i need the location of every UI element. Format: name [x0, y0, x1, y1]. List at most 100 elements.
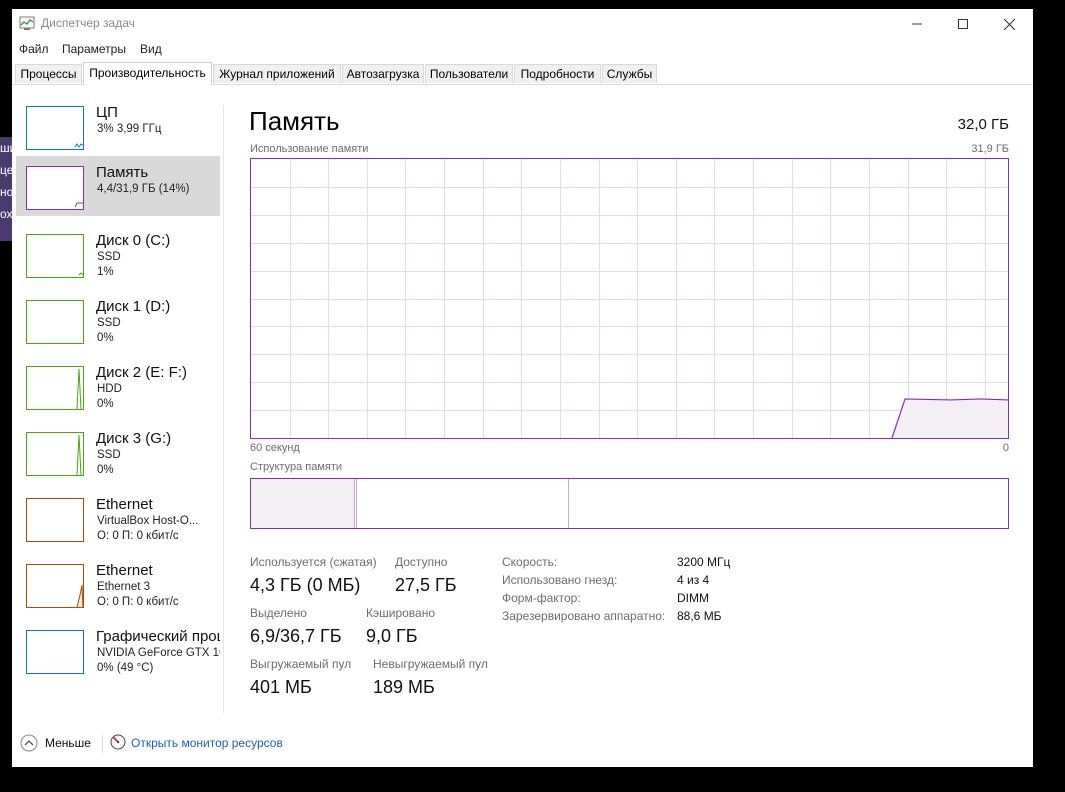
minimize-icon	[912, 23, 922, 25]
sidebar-item-gpu[interactable]: Графический процессор NVIDIA GeForce GTX…	[16, 616, 220, 676]
memory-usage-graph	[250, 158, 1009, 439]
memory-total: 32,0 ГБ	[957, 116, 1009, 133]
sidebar-item-title: Диск 0 (C:)	[96, 232, 171, 249]
background-text: но	[0, 185, 12, 199]
disk-0-mini-graph	[26, 234, 84, 278]
sidebar-item-cpu[interactable]: ЦП 3% 3,99 ГГц	[16, 92, 220, 152]
in-use-label: Используется (сжатая)	[250, 555, 377, 569]
ethernet-mini-graph	[26, 564, 84, 608]
sidebar-item-disk-2[interactable]: Диск 2 (E: F:) HDD 0%	[16, 352, 220, 412]
sidebar-item-value: 1%	[97, 266, 114, 278]
tab-startup[interactable]: Автозагрузка	[342, 64, 424, 83]
sidebar-item-title: Диск 1 (D:)	[96, 298, 171, 315]
disk-3-mini-graph	[26, 432, 84, 476]
chevron-up-circle-icon[interactable]	[20, 734, 38, 752]
maximize-button[interactable]	[940, 9, 986, 39]
tab-details[interactable]: Подробности	[514, 64, 601, 83]
background-text: ох	[0, 207, 12, 221]
window-title: Диспетчер задач	[41, 16, 135, 30]
sidebar-item-subtitle: SSD	[97, 449, 121, 461]
sidebar-item-memory[interactable]: Память 4,4/31,9 ГБ (14%)	[16, 156, 220, 216]
graph-time-span: 60 секунд	[250, 442, 300, 454]
composition-divider	[356, 479, 357, 528]
slots-label: Использовано гнезд:	[502, 573, 618, 587]
sidebar-item-subtitle: SSD	[97, 317, 121, 329]
committed-value: 6,9/36,7 ГБ	[250, 626, 342, 646]
sidebar-item-title: Графический процессор	[96, 628, 220, 645]
tab-app-history[interactable]: Журнал приложений	[213, 64, 341, 83]
sidebar-item-ethernet-virtualbox[interactable]: Ethernet VirtualBox Host-O... О: 0 П: 0 …	[16, 484, 220, 544]
form-factor-label: Форм-фактор:	[502, 591, 581, 605]
ethernet-mini-graph	[26, 498, 84, 542]
sidebar-item-disk-0[interactable]: Диск 0 (C:) SSD 1%	[16, 220, 220, 280]
gpu-mini-graph	[26, 630, 84, 674]
title-bar[interactable]: Диспетчер задач	[12, 9, 1033, 39]
cached-label: Кэшировано	[366, 606, 436, 620]
footer-divider	[102, 735, 103, 753]
structure-label: Структура памяти	[250, 461, 343, 473]
nonpaged-pool-label: Невыгружаемый пул	[373, 657, 488, 671]
background-window-strip: ши це но ох	[0, 137, 12, 241]
fewer-details-button[interactable]: Меньше	[45, 736, 91, 750]
sidebar-item-value: О: 0 П: 0 кбит/с	[97, 530, 179, 542]
background-text: це	[0, 163, 12, 177]
disk-1-mini-graph	[26, 300, 84, 344]
committed-label: Выделено	[250, 606, 307, 620]
hardware-reserved-value: 88,6 МБ	[677, 609, 722, 623]
close-button[interactable]	[986, 9, 1032, 39]
graph-time-end: 0	[1002, 442, 1009, 454]
sidebar-item-title: ЦП	[96, 104, 118, 121]
open-resource-monitor-link[interactable]: Открыть монитор ресурсов	[131, 736, 283, 750]
sidebar-item-subtitle: NVIDIA GeForce GTX 1080	[97, 647, 220, 659]
usage-graph-label: Использование памяти	[250, 143, 369, 155]
disk-2-mini-graph	[26, 366, 84, 410]
sidebar-item-subtitle: SSD	[97, 251, 121, 263]
background-text: ши	[0, 141, 12, 155]
sidebar-item-disk-3[interactable]: Диск 3 (G:) SSD 0%	[16, 418, 220, 478]
sidebar-item-subtitle: Ethernet 3	[97, 581, 151, 593]
sidebar-item-title: Диск 3 (G:)	[96, 430, 172, 447]
memory-composition-bar	[250, 478, 1009, 529]
sidebar-item-value: О: 0 П: 0 кбит/с	[97, 596, 179, 608]
sidebar-item-subtitle: 3% 3,99 ГГц	[97, 123, 162, 135]
sidebar-divider	[223, 105, 224, 713]
sidebar-item-value: 0%	[97, 398, 114, 410]
maximize-icon	[958, 19, 968, 29]
tab-users[interactable]: Пользователи	[425, 64, 513, 83]
menu-view[interactable]: Вид	[140, 42, 162, 56]
composition-divider	[354, 479, 355, 528]
resource-monitor-icon[interactable]	[110, 734, 126, 750]
slots-value: 4 из 4	[677, 573, 710, 587]
speed-label: Скорость:	[502, 555, 558, 569]
usage-graph-max: 31,9 ГБ	[971, 143, 1009, 155]
form-factor-value: DIMM	[677, 591, 709, 605]
composition-divider	[568, 479, 569, 528]
speed-value: 3200 МГц	[677, 555, 731, 569]
sidebar-item-title: Ethernet	[96, 496, 153, 513]
sidebar-item-ethernet-3[interactable]: Ethernet Ethernet 3 О: 0 П: 0 кбит/с	[16, 550, 220, 610]
nonpaged-pool-value: 189 МБ	[373, 677, 435, 697]
tab-bar: Процессы Производительность Журнал прило…	[12, 62, 1033, 85]
sidebar-item-value: 0% (49 °C)	[97, 662, 154, 674]
performance-sidebar: ЦП 3% 3,99 ГГц Память 4,4/31,9 ГБ (14%) …	[16, 92, 222, 714]
sidebar-item-title: Память	[96, 164, 149, 181]
available-label: Доступно	[395, 555, 448, 569]
sidebar-item-disk-1[interactable]: Диск 1 (D:) SSD 0%	[16, 286, 220, 346]
minimize-button[interactable]	[894, 9, 940, 39]
page-title: Память	[249, 106, 340, 136]
sidebar-item-value: 0%	[97, 332, 114, 344]
tab-processes[interactable]: Процессы	[15, 64, 82, 83]
tab-performance[interactable]: Производительность	[83, 62, 212, 85]
usage-area	[892, 398, 1008, 438]
composition-in-use	[251, 479, 354, 528]
cpu-mini-graph	[26, 106, 84, 150]
memory-mini-graph	[26, 166, 84, 210]
sidebar-item-subtitle: 4,4/31,9 ГБ (14%)	[97, 183, 190, 195]
footer-bar: Меньше Открыть монитор ресурсов	[12, 729, 1033, 759]
hardware-reserved-label: Зарезервировано аппаратно:	[502, 609, 666, 623]
paged-pool-label: Выгружаемый пул	[250, 657, 352, 671]
menu-options[interactable]: Параметры	[62, 42, 126, 56]
menu-file[interactable]: Файл	[19, 42, 49, 56]
tab-services[interactable]: Службы	[602, 64, 657, 83]
sidebar-item-title: Ethernet	[96, 562, 153, 579]
